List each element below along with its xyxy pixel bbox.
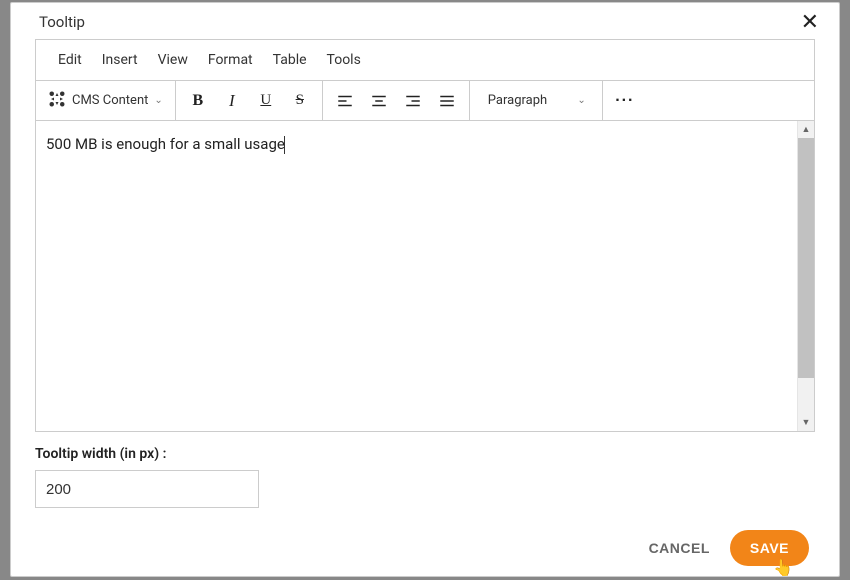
editor-content-area[interactable]: 500 MB is enough for a small usage — [36, 121, 797, 431]
align-center-icon — [370, 92, 388, 110]
tooltip-width-input[interactable] — [35, 470, 259, 508]
more-icon: ··· — [615, 92, 634, 110]
scroll-thumb[interactable] — [798, 138, 814, 378]
cancel-button[interactable]: CANCEL — [649, 540, 710, 556]
editor-wrapper: Edit Insert View Format Table Tools CMS … — [35, 39, 815, 432]
text-cursor — [284, 136, 285, 154]
align-center-button[interactable] — [363, 85, 395, 117]
editor-body: 500 MB is enough for a small usage ▲ ▼ — [36, 121, 814, 431]
menu-tools[interactable]: Tools — [317, 48, 371, 72]
close-button[interactable]: ✕ — [797, 11, 823, 33]
align-left-button[interactable] — [329, 85, 361, 117]
editor-scrollbar[interactable]: ▲ ▼ — [797, 121, 814, 431]
modal-title: Tooltip — [39, 13, 85, 31]
menu-view[interactable]: View — [148, 48, 198, 72]
menu-table[interactable]: Table — [263, 48, 317, 72]
save-button[interactable]: SAVE — [730, 530, 809, 566]
align-justify-button[interactable] — [431, 85, 463, 117]
chevron-down-icon: ⌄ — [154, 95, 162, 106]
menu-format[interactable]: Format — [198, 48, 263, 72]
cms-content-label: CMS Content — [72, 93, 148, 108]
align-right-button[interactable] — [397, 85, 429, 117]
toolbar-group-textstyle: B I U S — [176, 81, 323, 120]
scroll-down-button[interactable]: ▼ — [798, 414, 814, 431]
align-justify-icon — [438, 92, 456, 110]
toolbar-group-format: Paragraph ⌄ — [470, 81, 603, 120]
modal-header: Tooltip ✕ — [11, 3, 839, 39]
italic-icon: I — [229, 91, 235, 111]
format-label: Paragraph — [488, 93, 547, 108]
tooltip-width-label: Tooltip width (in px) : — [35, 446, 815, 462]
underline-icon: U — [260, 92, 271, 109]
editor-menubar: Edit Insert View Format Table Tools — [36, 40, 814, 81]
joomla-icon — [48, 90, 66, 112]
bold-icon: B — [192, 92, 203, 110]
more-button[interactable]: ··· — [609, 85, 641, 117]
tooltip-modal: Tooltip ✕ Edit Insert View Format Table … — [10, 2, 840, 577]
scroll-up-button[interactable]: ▲ — [798, 121, 814, 138]
paragraph-format-dropdown[interactable]: Paragraph ⌄ — [476, 93, 596, 108]
align-left-icon — [336, 92, 354, 110]
modal-footer: CANCEL SAVE 👆 — [11, 508, 839, 580]
menu-insert[interactable]: Insert — [92, 48, 148, 72]
toolbar-group-cms: CMS Content ⌄ — [36, 81, 176, 120]
italic-button[interactable]: I — [216, 85, 248, 117]
toolbar-group-align — [323, 81, 470, 120]
cms-content-dropdown[interactable]: CMS Content ⌄ — [42, 90, 169, 112]
align-right-icon — [404, 92, 422, 110]
tooltip-width-section: Tooltip width (in px) : — [11, 432, 839, 508]
toolbar-group-more: ··· — [603, 81, 647, 120]
strikethrough-button[interactable]: S — [284, 85, 316, 117]
editor-toolbar: CMS Content ⌄ B I U S — [36, 81, 814, 121]
chevron-down-icon: ⌄ — [577, 95, 585, 106]
editor-text: 500 MB is enough for a small usage — [46, 135, 285, 153]
strikethrough-icon: S — [296, 92, 304, 109]
underline-button[interactable]: U — [250, 85, 282, 117]
bold-button[interactable]: B — [182, 85, 214, 117]
menu-edit[interactable]: Edit — [48, 48, 92, 72]
